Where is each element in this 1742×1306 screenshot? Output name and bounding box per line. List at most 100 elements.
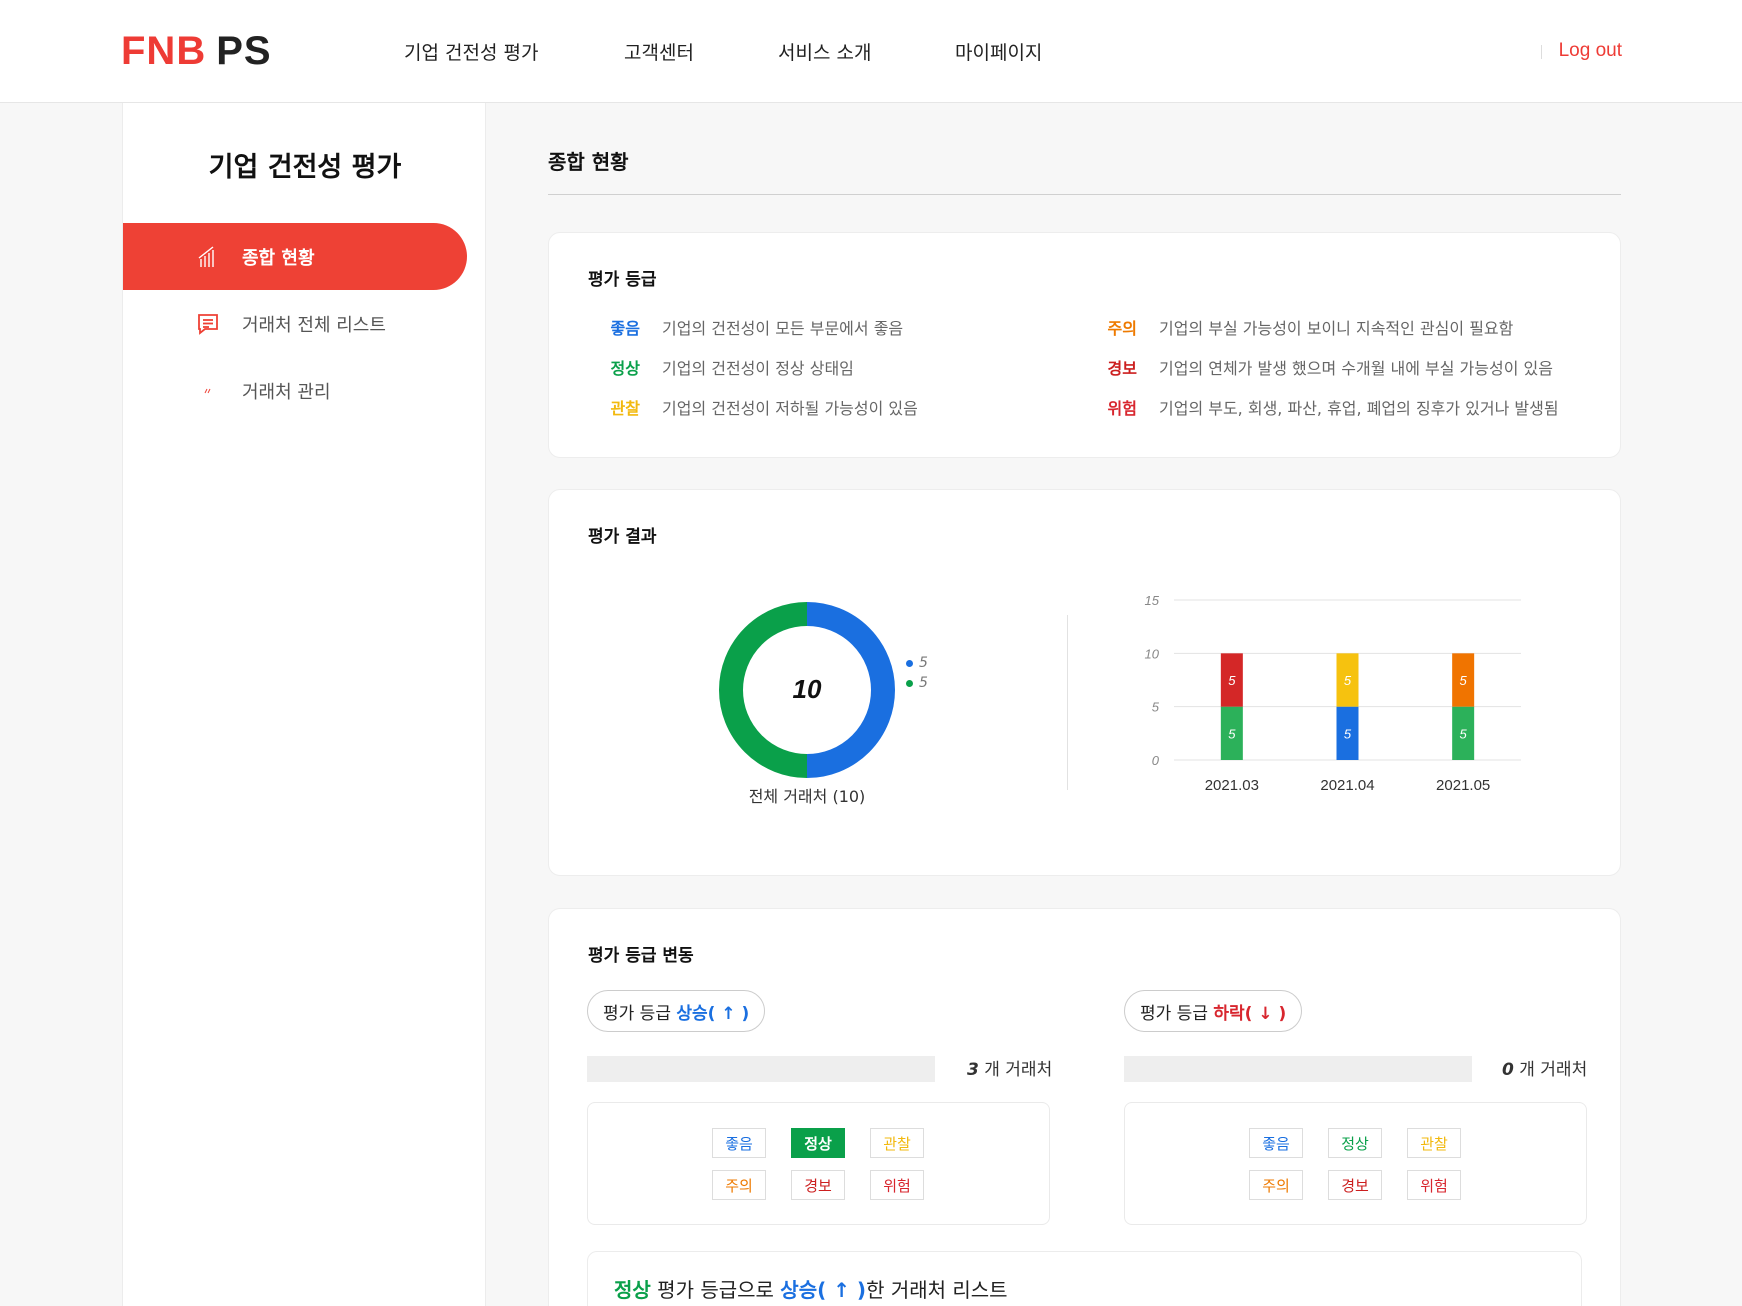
grade-name: 관찰 bbox=[610, 399, 640, 418]
bar-chart: 0 5 10 15 5 5 2021.03 5 5 2021.04 5 5 2021.05 bbox=[1145, 593, 1521, 794]
logo[interactable]: FNB PS bbox=[121, 29, 272, 73]
bar-data-label: 5 bbox=[1228, 726, 1236, 741]
tag-good[interactable]: 좋음 bbox=[712, 1128, 766, 1158]
nav-customer-center[interactable]: 고객센터 bbox=[624, 38, 694, 65]
grade-down-count: 0 개 거래처 bbox=[1502, 1055, 1587, 1080]
legend-value: 5 bbox=[919, 675, 928, 691]
tag-caution[interactable]: 주의 bbox=[712, 1170, 766, 1200]
grade-name: 정상 bbox=[610, 359, 640, 378]
grade-name: 주의 bbox=[1107, 319, 1137, 338]
list-title-word: 상승( ↑ ) bbox=[780, 1278, 867, 1302]
list-title-tail: 한 거래처 리스트 bbox=[866, 1278, 1008, 1302]
logo-fnb: FNB bbox=[121, 29, 207, 73]
bar-data-label: 5 bbox=[1460, 726, 1468, 741]
tag-danger[interactable]: 위험 bbox=[870, 1170, 924, 1200]
tag-watch[interactable]: 관찰 bbox=[870, 1128, 924, 1158]
nav-service-intro[interactable]: 서비스 소개 bbox=[778, 38, 871, 65]
result-card: 평가 결과 10 5 5 전체 거래처 (10) 0 5 10 15 5 5 2021.03… bbox=[548, 489, 1621, 876]
upgraded-client-list: 정상 평가 등급으로 상승( ↑ )한 거래처 리스트 bbox=[587, 1251, 1582, 1306]
logout-divider bbox=[1541, 45, 1542, 59]
grade-down-filter: 좋음 정상 관찰 주의 경보 위험 bbox=[1124, 1102, 1587, 1225]
pill-up-word: 상승( ↑ ) bbox=[676, 1003, 750, 1024]
grade-card-title: 평가 등급 bbox=[588, 270, 657, 290]
grade-desc: 기업의 연체가 발생 했으며 수개월 내에 부실 가능성이 있음 bbox=[1159, 359, 1553, 378]
grade-up-pill[interactable]: 평가 등급 상승( ↑ ) bbox=[587, 990, 766, 1032]
sidebar-item-label: 거래처 관리 bbox=[242, 381, 331, 403]
nav-health-eval[interactable]: 기업 건전성 평가 bbox=[404, 38, 538, 65]
logout-button[interactable]: Log out bbox=[1559, 40, 1622, 62]
grade-name: 경보 bbox=[1107, 359, 1137, 378]
pill-down-word: 하락( ↓ ) bbox=[1213, 1003, 1287, 1024]
page-title: 종합 현황 bbox=[548, 150, 629, 174]
count-suffix: 개 거래처 bbox=[984, 1060, 1053, 1080]
sidebar-item-client-manage[interactable]: 거래처 관리 bbox=[123, 357, 467, 424]
grade-card: 평가 등급 좋음 기업의 건전성이 모든 부문에서 좋음 정상 기업의 건전성이… bbox=[548, 232, 1621, 458]
y-tick-label: 10 bbox=[1145, 646, 1160, 661]
bar-data-label: 5 bbox=[1460, 673, 1468, 688]
sidebar-item-client-list[interactable]: 거래처 전체 리스트 bbox=[123, 290, 467, 357]
legend-value: 5 bbox=[919, 655, 928, 671]
grade-desc: 기업의 부도, 회생, 파산, 휴업, 폐업의 징후가 있거나 발생됨 bbox=[1159, 399, 1559, 418]
nav-my-page[interactable]: 마이페이지 bbox=[955, 38, 1042, 65]
sidebar-item-label: 거래처 전체 리스트 bbox=[242, 314, 386, 336]
grade-desc: 기업의 부실 가능성이 보이니 지속적인 관심이 필요함 bbox=[1159, 319, 1514, 338]
donut-caption: 전체 거래처 (10) bbox=[748, 787, 866, 806]
grade-up-filter: 좋음 정상 관찰 주의 경보 위험 bbox=[587, 1102, 1050, 1225]
sidebar-item-overview[interactable]: 종합 현황 bbox=[123, 223, 467, 290]
tag-good[interactable]: 좋음 bbox=[1249, 1128, 1303, 1158]
change-card: 평가 등급 변동 평가 등급 상승( ↑ ) 3 개 거래처 좋음 정상 관찰 … bbox=[548, 908, 1621, 1306]
logo-ps: PS bbox=[216, 29, 272, 73]
count-value: 3 bbox=[967, 1060, 979, 1080]
bar-data-label: 5 bbox=[1228, 673, 1236, 688]
grade-row-danger: 위험 기업의 부도, 회생, 파산, 휴업, 폐업의 징후가 있거나 발생됨 bbox=[1082, 395, 1559, 419]
grade-desc: 기업의 건전성이 모든 부문에서 좋음 bbox=[662, 319, 904, 338]
y-tick-label: 5 bbox=[1152, 700, 1160, 715]
grade-desc: 기업의 건전성이 정상 상태임 bbox=[662, 359, 854, 378]
list-title-mid: 평가 등급으로 bbox=[650, 1278, 781, 1302]
grade-row-watch: 관찰 기업의 건전성이 저하될 가능성이 있음 bbox=[585, 395, 918, 419]
grade-down-pill[interactable]: 평가 등급 하락( ↓ ) bbox=[1124, 990, 1303, 1032]
grade-row-warning: 경보 기업의 연체가 발생 했으며 수개월 내에 부실 가능성이 있음 bbox=[1082, 355, 1553, 379]
sidebar: 기업 건전성 평가 종합 현황 거래처 전체 리스트 거래처 관리 bbox=[122, 103, 486, 1306]
bar-data-label: 5 bbox=[1344, 673, 1352, 688]
top-header: FNB PS 기업 건전성 평가 고객센터 서비스 소개 마이페이지 Log ou… bbox=[0, 0, 1742, 103]
grade-row-caution: 주의 기업의 부실 가능성이 보이니 지속적인 관심이 필요함 bbox=[1082, 315, 1514, 339]
manage-icon bbox=[196, 379, 220, 403]
bar-data-label: 5 bbox=[1344, 726, 1352, 741]
count-suffix: 개 거래처 bbox=[1519, 1060, 1588, 1080]
chart-divider bbox=[1067, 615, 1068, 790]
x-tick-label: 2021.05 bbox=[1436, 777, 1490, 794]
donut-legend-normal: 5 bbox=[906, 675, 928, 691]
grade-row-good: 좋음 기업의 건전성이 모든 부문에서 좋음 bbox=[585, 315, 904, 339]
grade-down-progress bbox=[1124, 1056, 1472, 1082]
list-title: 정상 평가 등급으로 상승( ↑ )한 거래처 리스트 bbox=[614, 1274, 1008, 1303]
tag-warning[interactable]: 경보 bbox=[791, 1170, 845, 1200]
grade-row-normal: 정상 기업의 건전성이 정상 상태임 bbox=[585, 355, 854, 379]
donut-center-value: 10 bbox=[793, 674, 822, 704]
grade-name: 위험 bbox=[1107, 399, 1137, 418]
tag-normal[interactable]: 정상 bbox=[1328, 1128, 1382, 1158]
grade-up-count: 3 개 거래처 bbox=[967, 1055, 1052, 1080]
title-divider bbox=[548, 194, 1621, 195]
grade-name: 좋음 bbox=[610, 319, 640, 338]
tag-danger[interactable]: 위험 bbox=[1407, 1170, 1461, 1200]
donut-chart: 10 bbox=[719, 602, 895, 778]
tag-normal[interactable]: 정상 bbox=[791, 1128, 845, 1158]
y-tick-label: 0 bbox=[1152, 753, 1160, 768]
result-card-title: 평가 결과 bbox=[588, 527, 657, 547]
y-tick-label: 15 bbox=[1145, 593, 1160, 608]
tag-watch[interactable]: 관찰 bbox=[1407, 1128, 1461, 1158]
grade-desc: 기업의 건전성이 저하될 가능성이 있음 bbox=[662, 399, 918, 418]
pill-prefix: 평가 등급 bbox=[1140, 1003, 1214, 1024]
bar-chart-icon bbox=[196, 245, 220, 269]
sidebar-item-label: 종합 현황 bbox=[242, 247, 315, 269]
sidebar-title: 기업 건전성 평가 bbox=[208, 152, 402, 183]
change-card-title: 평가 등급 변동 bbox=[588, 946, 694, 966]
tag-caution[interactable]: 주의 bbox=[1249, 1170, 1303, 1200]
donut-legend-good: 5 bbox=[906, 655, 928, 671]
pill-prefix: 평가 등급 bbox=[603, 1003, 677, 1024]
x-tick-label: 2021.03 bbox=[1205, 777, 1259, 794]
tag-warning[interactable]: 경보 bbox=[1328, 1170, 1382, 1200]
x-tick-label: 2021.04 bbox=[1320, 777, 1374, 794]
list-title-grade: 정상 bbox=[614, 1278, 651, 1302]
